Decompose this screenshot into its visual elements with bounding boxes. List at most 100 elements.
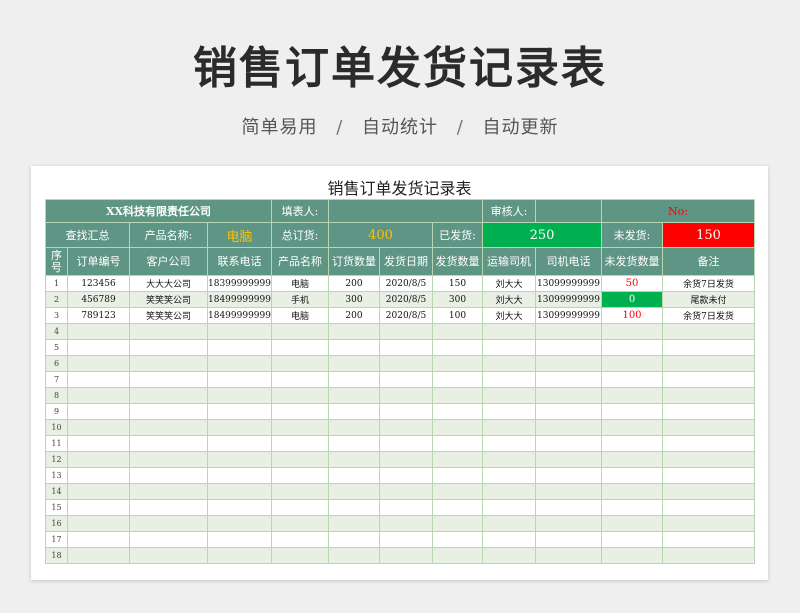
cell-product[interactable] xyxy=(271,451,329,468)
table-row[interactable]: 2 456789 笑笑笑公司 18499999999 手机 300 2020/8/5 300 刘… xyxy=(45,291,755,308)
cell-pending-qty[interactable] xyxy=(601,499,663,516)
cell-driver-phone[interactable] xyxy=(535,499,602,516)
cell-pending-qty[interactable]: 0 xyxy=(601,291,663,308)
cell-driver-phone[interactable] xyxy=(535,483,602,500)
cell-client[interactable] xyxy=(129,387,208,404)
table-row[interactable]: 17 xyxy=(45,531,755,548)
reviewer-value[interactable] xyxy=(535,199,602,223)
cell-driver-phone[interactable] xyxy=(535,355,602,372)
cell-order-qty[interactable] xyxy=(328,371,380,388)
cell-pending-qty[interactable] xyxy=(601,451,663,468)
cell-driver[interactable] xyxy=(482,467,536,484)
cell-note[interactable] xyxy=(662,355,755,372)
cell-driver-phone[interactable] xyxy=(535,451,602,468)
cell-order-no[interactable] xyxy=(67,419,130,436)
cell-order-qty[interactable] xyxy=(328,323,380,340)
cell-ship-date[interactable] xyxy=(379,515,433,532)
cell-product[interactable] xyxy=(271,467,329,484)
cell-ship-date[interactable] xyxy=(379,419,433,436)
cell-ship-qty[interactable] xyxy=(432,371,483,388)
cell-driver[interactable] xyxy=(482,355,536,372)
cell-phone[interactable] xyxy=(207,339,272,356)
cell-phone[interactable] xyxy=(207,515,272,532)
cell-driver[interactable] xyxy=(482,435,536,452)
cell-phone[interactable] xyxy=(207,531,272,548)
cell-pending-qty[interactable] xyxy=(601,531,663,548)
cell-driver-phone[interactable] xyxy=(535,323,602,340)
cell-order-qty[interactable] xyxy=(328,547,380,564)
cell-product[interactable] xyxy=(271,323,329,340)
cell-order-no[interactable] xyxy=(67,531,130,548)
cell-order-no[interactable] xyxy=(67,403,130,420)
cell-note[interactable] xyxy=(662,339,755,356)
cell-pending-qty[interactable] xyxy=(601,355,663,372)
cell-order-qty[interactable] xyxy=(328,515,380,532)
cell-ship-qty[interactable] xyxy=(432,547,483,564)
cell-order-no[interactable]: 789123 xyxy=(67,307,130,324)
table-row[interactable]: 1 123456 大大大公司 18399999999 电脑 200 2020/8/5 150 刘… xyxy=(45,275,755,292)
cell-client[interactable] xyxy=(129,451,208,468)
cell-pending-qty[interactable]: 50 xyxy=(601,275,663,292)
cell-order-no[interactable] xyxy=(67,547,130,564)
cell-pending-qty[interactable] xyxy=(601,339,663,356)
cell-driver-phone[interactable]: 13099999999 xyxy=(535,291,602,308)
cell-order-qty[interactable]: 200 xyxy=(328,275,380,292)
cell-phone[interactable]: 18399999999 xyxy=(207,275,272,292)
table-row[interactable]: 14 xyxy=(45,483,755,500)
cell-note[interactable]: 余货7日发货 xyxy=(662,307,755,324)
cell-ship-qty[interactable] xyxy=(432,483,483,500)
cell-note[interactable] xyxy=(662,547,755,564)
cell-index[interactable]: 4 xyxy=(45,323,68,340)
cell-driver-phone[interactable] xyxy=(535,435,602,452)
cell-pending-qty[interactable] xyxy=(601,435,663,452)
cell-ship-date[interactable] xyxy=(379,547,433,564)
table-row[interactable]: 7 xyxy=(45,371,755,388)
cell-product[interactable] xyxy=(271,483,329,500)
cell-driver[interactable] xyxy=(482,403,536,420)
cell-phone[interactable] xyxy=(207,403,272,420)
cell-order-qty[interactable] xyxy=(328,499,380,516)
cell-client[interactable] xyxy=(129,323,208,340)
table-row[interactable]: 15 xyxy=(45,499,755,516)
cell-pending-qty[interactable]: 100 xyxy=(601,307,663,324)
cell-ship-date[interactable] xyxy=(379,387,433,404)
cell-product[interactable] xyxy=(271,547,329,564)
col-header-note[interactable]: 备注 xyxy=(662,247,755,276)
cell-client[interactable] xyxy=(129,515,208,532)
cell-index[interactable]: 13 xyxy=(45,467,68,484)
cell-ship-date[interactable] xyxy=(379,499,433,516)
cell-client[interactable] xyxy=(129,483,208,500)
cell-index[interactable]: 6 xyxy=(45,355,68,372)
cell-driver-phone[interactable] xyxy=(535,387,602,404)
cell-client[interactable] xyxy=(129,467,208,484)
cell-note[interactable] xyxy=(662,403,755,420)
cell-product[interactable] xyxy=(271,419,329,436)
cell-driver-phone[interactable] xyxy=(535,403,602,420)
cell-driver-phone[interactable] xyxy=(535,371,602,388)
cell-phone[interactable] xyxy=(207,355,272,372)
col-header-order-qty[interactable]: 订货数量 xyxy=(328,247,380,276)
cell-index[interactable]: 16 xyxy=(45,515,68,532)
cell-phone[interactable]: 18499999999 xyxy=(207,307,272,324)
cell-product[interactable] xyxy=(271,499,329,516)
cell-driver[interactable]: 刘大大 xyxy=(482,291,536,308)
cell-index[interactable]: 18 xyxy=(45,547,68,564)
cell-driver[interactable] xyxy=(482,339,536,356)
cell-product[interactable]: 手机 xyxy=(271,291,329,308)
cell-product[interactable]: 电脑 xyxy=(271,275,329,292)
cell-note[interactable] xyxy=(662,515,755,532)
cell-phone[interactable] xyxy=(207,435,272,452)
cell-ship-date[interactable] xyxy=(379,355,433,372)
cell-note[interactable]: 余货7日发货 xyxy=(662,275,755,292)
cell-note[interactable] xyxy=(662,451,755,468)
serial-no-label[interactable]: No: xyxy=(601,199,755,223)
cell-driver[interactable] xyxy=(482,499,536,516)
product-filter-input[interactable]: 电脑 xyxy=(207,222,272,248)
cell-client[interactable] xyxy=(129,355,208,372)
cell-pending-qty[interactable] xyxy=(601,515,663,532)
cell-pending-qty[interactable] xyxy=(601,323,663,340)
cell-ship-date[interactable]: 2020/8/5 xyxy=(379,291,433,308)
cell-phone[interactable] xyxy=(207,499,272,516)
cell-order-no[interactable] xyxy=(67,339,130,356)
cell-product[interactable] xyxy=(271,371,329,388)
